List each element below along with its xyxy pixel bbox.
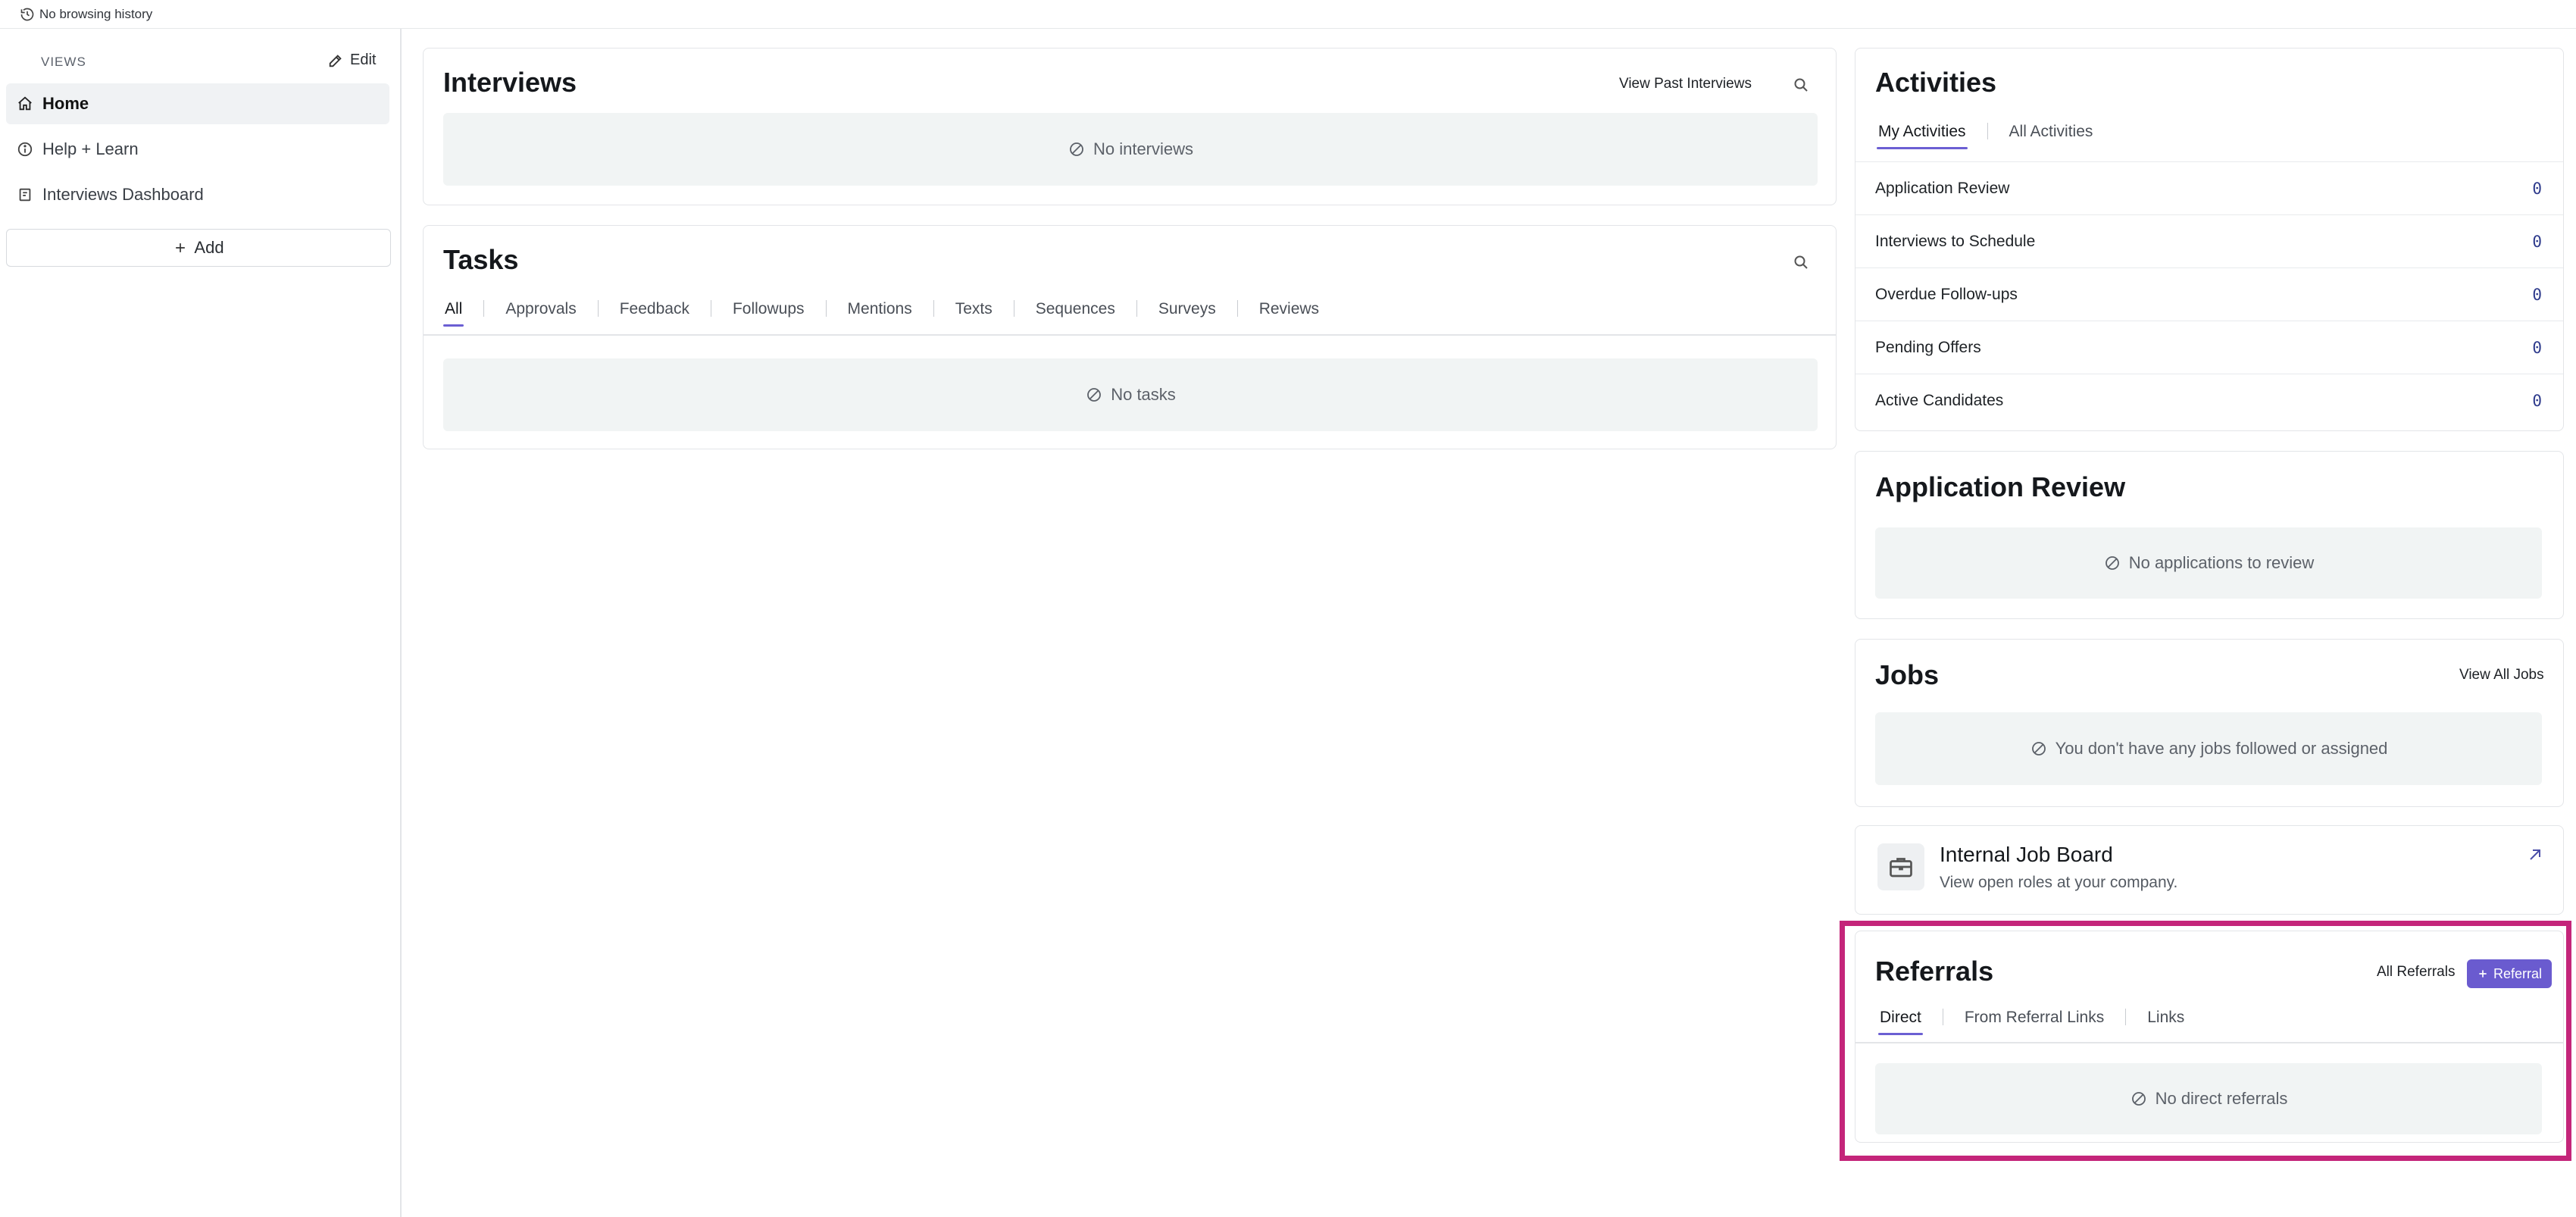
tab-divider: [483, 300, 485, 317]
empty-circle-slash-icon: [1087, 388, 1102, 402]
tab-divider: [825, 300, 827, 317]
activity-label: Active Candidates: [1875, 391, 2004, 409]
pencil-icon: [329, 54, 342, 67]
search-icon[interactable]: [1792, 253, 1810, 271]
sidebar-item-label: Help + Learn: [42, 139, 139, 158]
tab-mentions[interactable]: Mentions: [848, 300, 912, 326]
edit-label: Edit: [350, 52, 377, 68]
application-review-card: Application Review No applications to re…: [1855, 451, 2564, 619]
edit-views-button[interactable]: Edit: [327, 52, 376, 69]
tabs-divider-line: [424, 334, 1836, 336]
tab-feedback[interactable]: Feedback: [620, 300, 689, 326]
tab-my-activities[interactable]: My Activities: [1877, 123, 1968, 149]
dashboard-icon: [19, 188, 31, 202]
history-text: No browsing history: [39, 6, 153, 21]
browsing-history[interactable]: No browsing history: [20, 7, 152, 22]
tab-approvals[interactable]: Approvals: [505, 300, 576, 326]
add-view-button[interactable]: Add: [6, 229, 391, 267]
interviews-card: Interviews View Past Interviews No inter…: [423, 48, 1837, 205]
views-header: VIEWS: [41, 55, 86, 69]
sidebar: VIEWS Edit Home Help + Learn Interviews …: [0, 29, 402, 1217]
activities-tabs: My Activities All Activities: [1877, 123, 2093, 149]
activities-title: Activities: [1875, 67, 1997, 98]
activity-row-active-candidates[interactable]: Active Candidates 0: [1855, 374, 2563, 427]
info-icon: [17, 142, 33, 157]
add-label: Add: [194, 238, 224, 257]
interviews-empty-state: No interviews: [443, 113, 1818, 186]
application-review-empty-state: No applications to review: [1875, 527, 2542, 599]
application-review-title: Application Review: [1875, 471, 2126, 502]
internal-job-board-subtitle: View open roles at your company.: [1940, 874, 2178, 891]
empty-text: No tasks: [1111, 385, 1176, 404]
tab-surveys[interactable]: Surveys: [1158, 300, 1216, 326]
tab-divider: [933, 300, 934, 317]
empty-text: No interviews: [1093, 139, 1194, 158]
activity-count: 0: [2532, 285, 2542, 304]
activity-count: 0: [2532, 338, 2542, 357]
tasks-title: Tasks: [443, 244, 519, 275]
top-bar: No browsing history: [0, 0, 2576, 29]
jobs-empty-state: You don't have any jobs followed or assi…: [1875, 712, 2542, 785]
jobs-card: Jobs View All Jobs You don't have any jo…: [1855, 639, 2564, 807]
activity-label: Pending Offers: [1875, 338, 1981, 356]
activity-count: 0: [2532, 179, 2542, 198]
tab-reviews[interactable]: Reviews: [1259, 300, 1319, 326]
sidebar-item-home[interactable]: Home: [6, 83, 389, 124]
activity-row-application-review[interactable]: Application Review 0: [1855, 161, 2563, 214]
empty-circle-slash-icon: [2031, 742, 2046, 756]
activity-row-interviews-to-schedule[interactable]: Interviews to Schedule 0: [1855, 214, 2563, 267]
jobs-title: Jobs: [1875, 659, 1940, 690]
referrals-highlight-box: [1840, 921, 2571, 1161]
activity-label: Application Review: [1875, 179, 2010, 197]
internal-job-board-card[interactable]: [1855, 825, 2564, 915]
tab-texts[interactable]: Texts: [955, 300, 993, 326]
sidebar-item-interviews-dashboard[interactable]: Interviews Dashboard: [6, 174, 389, 215]
tab-divider: [1236, 300, 1238, 317]
home-icon: [18, 96, 32, 111]
empty-circle-slash-icon: [1070, 142, 1083, 156]
view-past-interviews-link[interactable]: View Past Interviews: [1619, 76, 1752, 92]
sidebar-item-label: Home: [42, 94, 89, 113]
tasks-tabs: All Approvals Feedback Followups Mention…: [442, 300, 1319, 327]
plus-icon: [176, 243, 186, 252]
briefcase-icon: [1890, 858, 1912, 878]
tab-followups[interactable]: Followups: [733, 300, 805, 326]
empty-circle-slash-icon: [2105, 556, 2119, 570]
sidebar-item-help-learn[interactable]: Help + Learn: [6, 129, 389, 170]
tab-all[interactable]: All: [442, 300, 464, 327]
activity-count: 0: [2532, 232, 2542, 251]
tab-divider: [597, 300, 599, 317]
tab-all-activities[interactable]: All Activities: [2009, 123, 2093, 149]
activity-label: Interviews to Schedule: [1875, 232, 2036, 250]
tab-divider: [1987, 123, 1988, 139]
search-icon[interactable]: [1792, 76, 1810, 94]
empty-text: You don't have any jobs followed or assi…: [2055, 739, 2388, 758]
view-all-jobs-link[interactable]: View All Jobs: [2459, 667, 2544, 684]
activity-row-pending-offers[interactable]: Pending Offers 0: [1855, 321, 2563, 374]
sidebar-item-label: Interviews Dashboard: [42, 185, 204, 204]
briefcase-icon-box: [1877, 843, 1924, 890]
tasks-card: Tasks All Approvals Feedback Followups M…: [423, 225, 1837, 449]
interviews-title: Interviews: [443, 67, 577, 98]
internal-job-board-title[interactable]: Internal Job Board: [1940, 843, 2113, 867]
tab-divider: [1136, 300, 1137, 317]
tab-sequences[interactable]: Sequences: [1036, 300, 1115, 326]
activities-card: Activities My Activities All Activities …: [1855, 48, 2564, 431]
external-link-arrow-icon[interactable]: [2526, 846, 2544, 864]
empty-text: No applications to review: [2128, 553, 2315, 572]
history-icon: [20, 8, 34, 20]
activity-label: Overdue Follow-ups: [1875, 285, 2018, 303]
activity-count: 0: [2532, 391, 2542, 410]
activity-row-overdue-follow-ups[interactable]: Overdue Follow-ups 0: [1855, 267, 2563, 321]
tasks-empty-state: No tasks: [443, 358, 1818, 431]
